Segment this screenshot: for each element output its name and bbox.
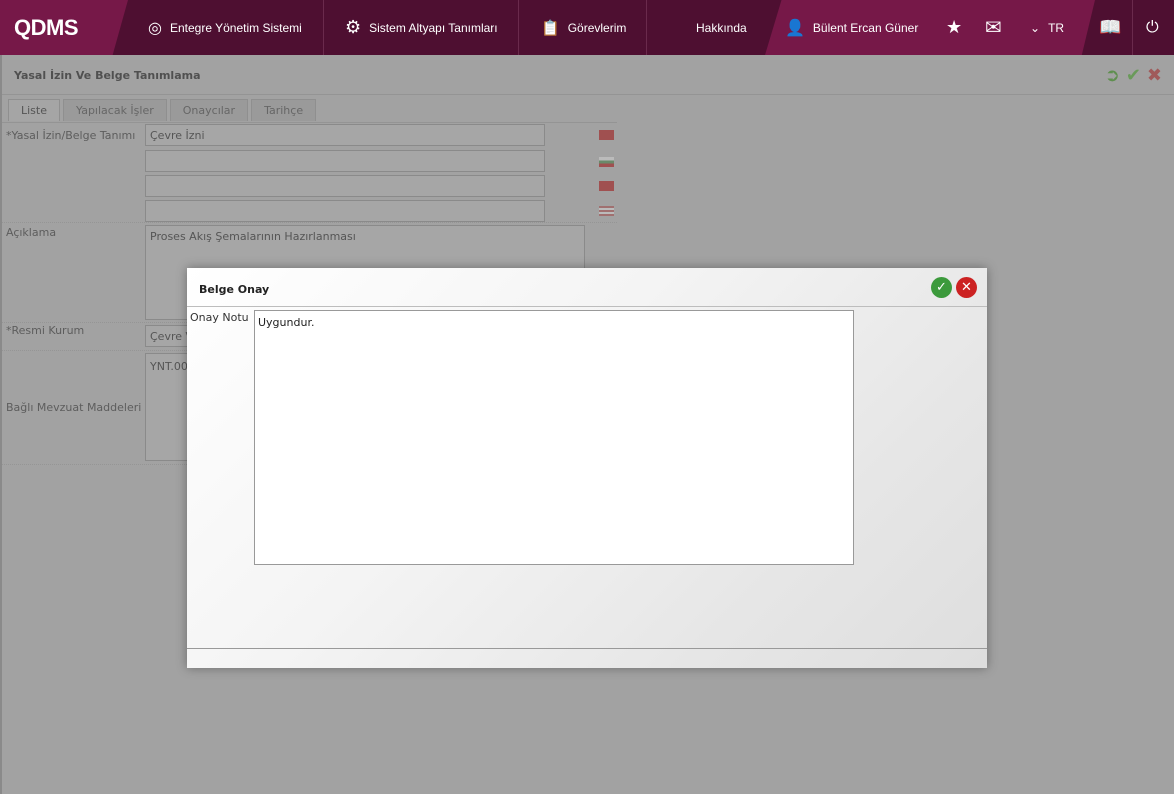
page-title: Yasal İzin Ve Belge Tanımlama <box>14 69 201 82</box>
user-name: Bülent Ercan Güner <box>812 20 919 35</box>
name-label: *Yasal İzin/Belge Tanımı <box>6 129 136 142</box>
confirm-check-icon[interactable]: ✓ <box>931 277 952 298</box>
nav-label: Entegre Yönetim Sistemi <box>169 20 302 35</box>
name-input-tr[interactable]: Çevre İzni <box>145 124 545 146</box>
mail-icon[interactable]: ✉ <box>985 0 1002 55</box>
chevron-down-icon: ⌄ <box>1030 20 1041 35</box>
name-input-cn[interactable] <box>145 175 545 197</box>
user-menu[interactable]: 👤 Bülent Ercan Güner <box>785 0 918 55</box>
top-navbar: QDMS ◎ Entegre Yönetim Sistemi ⚙ Sistem Al… <box>0 0 1174 55</box>
tab-liste[interactable]: Liste <box>8 99 60 121</box>
language-selector[interactable]: ⌄ TR <box>1030 0 1064 55</box>
lang-label: TR <box>1048 20 1065 35</box>
tab-tarihce[interactable]: Tarihçe <box>251 99 317 121</box>
nav-hakkinda[interactable]: Hakkında <box>696 0 747 55</box>
back-icon[interactable]: ➲ <box>1105 65 1120 86</box>
belge-onay-dialog: Belge Onay ✓ ✕ Onay Notu Uygundur. <box>187 268 987 668</box>
power-icon[interactable]: ⏻ <box>1146 0 1159 55</box>
check-icon[interactable]: ✔ <box>1126 65 1141 86</box>
inst-label: *Resmi Kurum <box>6 324 85 337</box>
name-input-bg[interactable] <box>145 150 545 172</box>
nav-sistem[interactable]: ⚙ Sistem Altyapı Tanımları <box>345 0 498 55</box>
user-icon: 👤 <box>785 19 805 37</box>
cancel-close-icon[interactable]: ✕ <box>956 277 977 298</box>
desc-label: Açıklama <box>6 226 57 239</box>
manual-icon[interactable]: 📖 <box>1099 0 1121 55</box>
flag-us-icon <box>599 206 614 216</box>
clipboard-icon: 📋 <box>541 19 560 37</box>
flag-bg-icon <box>599 157 614 167</box>
name-input-en[interactable] <box>145 200 545 222</box>
note-label: Onay Notu <box>190 311 249 324</box>
nav-label: Hakkında <box>696 20 747 35</box>
tab-yapilacak[interactable]: Yapılacak İşler <box>63 99 167 121</box>
star-icon[interactable]: ★ <box>946 0 962 55</box>
dialog-title: Belge Onay <box>199 283 270 296</box>
nav-label: Sistem Altyapı Tanımları <box>369 20 498 35</box>
note-textarea[interactable]: Uygundur. <box>254 310 854 565</box>
tab-onaycilar[interactable]: Onaycılar <box>169 99 249 121</box>
nav-entegre[interactable]: ◎ Entegre Yönetim Sistemi <box>148 0 302 55</box>
q-icon: ◎ <box>148 19 162 37</box>
qdms-logo[interactable]: QDMS <box>0 0 128 55</box>
nav-gorevlerim[interactable]: 📋 Görevlerim <box>541 0 626 55</box>
close-icon[interactable]: ✖ <box>1147 65 1162 86</box>
flag-cn-icon <box>599 181 614 191</box>
flag-tr-icon <box>599 130 614 140</box>
reg-label: Bağlı Mevzuat Maddeleri <box>6 401 142 414</box>
gear-icon: ⚙ <box>345 17 362 37</box>
nav-label: Görevlerim <box>567 20 627 35</box>
